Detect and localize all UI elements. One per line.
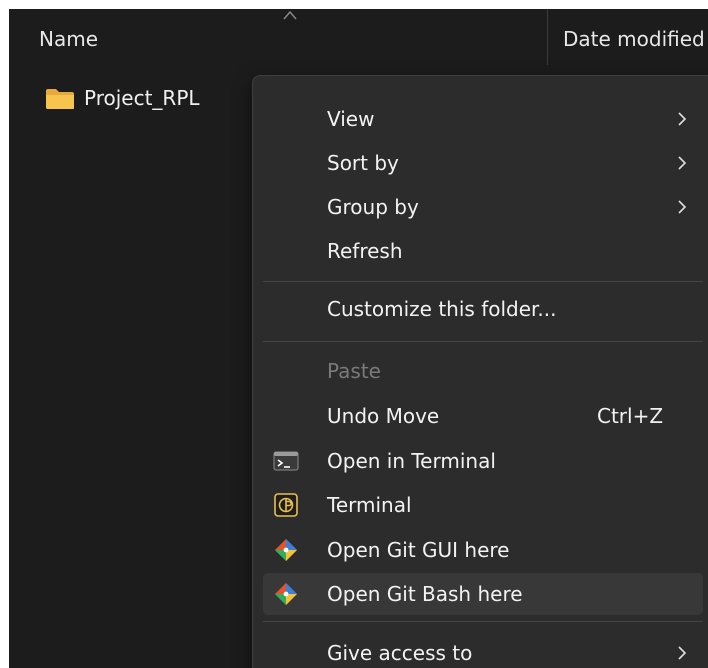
column-header-date-modified[interactable]: Date modified [563,27,705,51]
menu-item-label: Open Git GUI here [327,538,510,562]
column-divider[interactable] [547,9,548,65]
column-header: Name Date modified [9,9,708,71]
git-bash-icon [275,583,297,605]
chevron-right-icon [678,112,687,126]
chevron-right-icon [678,156,687,170]
menu-separator [263,281,703,282]
menu-item-label: View [327,107,375,131]
menu-item-customize-folder[interactable]: Customize this folder... [263,288,703,330]
menu-item-shortcut: Ctrl+Z [597,404,664,428]
menu-item-open-git-bash[interactable]: Open Git Bash here [263,573,703,615]
context-menu: View Sort by Group by Refresh Customize … [252,75,708,668]
menu-item-sort-by[interactable]: Sort by [263,142,703,184]
menu-separator [263,341,703,342]
menu-item-paste: Paste [263,350,703,392]
screen: Name Date modified Project_RPL View Sort… [0,0,708,668]
menu-item-refresh[interactable]: Refresh [263,230,703,272]
file-name: Project_RPL [84,86,200,110]
git-gui-icon [275,539,297,561]
menu-item-label: Undo Move [327,404,440,428]
menu-item-label: Open in Terminal [327,449,496,473]
menu-item-label: Open Git Bash here [327,582,523,606]
chevron-right-icon [678,646,687,660]
column-header-name[interactable]: Name [39,27,98,51]
menu-item-open-git-gui[interactable]: Open Git GUI here [263,529,703,571]
menu-item-give-access-to[interactable]: Give access to [263,632,703,668]
menu-item-group-by[interactable]: Group by [263,186,703,228]
menu-item-undo-move[interactable]: Undo Move Ctrl+Z [263,395,703,437]
menu-separator [263,621,703,622]
menu-item-label: Give access to [327,641,473,665]
file-row-project-rpl[interactable]: Project_RPL [37,85,257,113]
menu-item-view[interactable]: View [263,98,703,140]
menu-item-label: Refresh [327,239,403,263]
menu-item-terminal[interactable]: Terminal [263,484,703,526]
chevron-right-icon [678,200,687,214]
menu-item-label: Group by [327,195,419,219]
folder-icon [46,89,74,109]
terminal-app-icon [274,493,298,517]
menu-item-open-in-terminal[interactable]: Open in Terminal [263,440,703,482]
sort-ascending-icon [283,10,297,20]
menu-item-label: Customize this folder... [327,297,557,321]
menu-item-label: Paste [327,359,381,383]
menu-item-label: Sort by [327,151,399,175]
terminal-icon [273,451,299,471]
menu-item-label: Terminal [327,493,412,517]
file-explorer-window: Name Date modified Project_RPL View Sort… [9,9,708,668]
